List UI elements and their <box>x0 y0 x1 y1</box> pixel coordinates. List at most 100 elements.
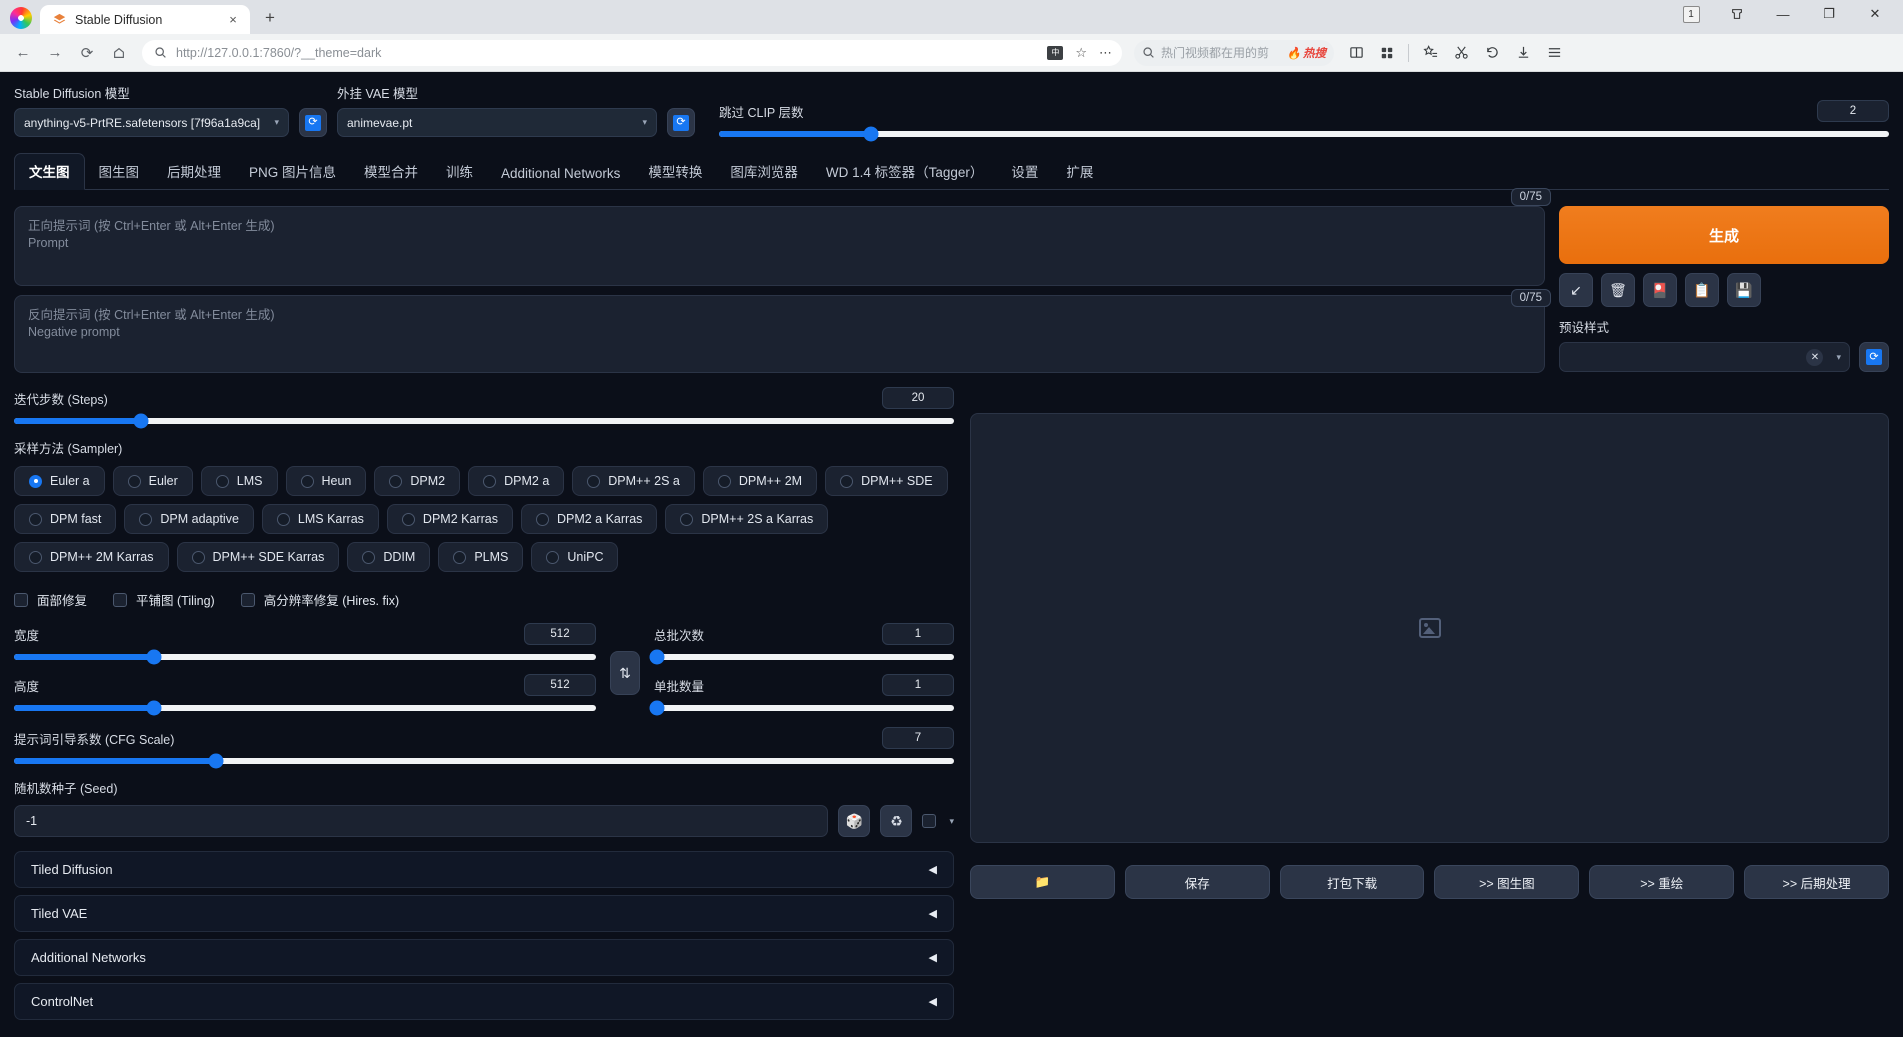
checkbox-hires-fix[interactable]: 高分辨率修复 (Hires. fix) <box>240 590 399 609</box>
sampler-option-lms[interactable]: LMS <box>200 466 278 496</box>
screenshot-scissors-icon[interactable] <box>1447 39 1475 67</box>
history-undo-icon[interactable] <box>1478 39 1506 67</box>
output-gallery[interactable] <box>970 413 1889 843</box>
tab-train[interactable]: 训练 <box>432 154 487 189</box>
tab-img2img[interactable]: 图生图 <box>85 154 154 189</box>
batch-count-value[interactable]: 1 <box>882 623 954 645</box>
close-icon[interactable]: ✕ <box>1806 348 1824 366</box>
clip-skip-value[interactable]: 2 <box>1817 100 1889 122</box>
accordion-tiled-vae[interactable]: Tiled VAE ◀ <box>14 895 954 932</box>
tab-txt2img[interactable]: 文生图 <box>14 153 85 190</box>
sampler-option-lms-karras[interactable]: LMS Karras <box>261 504 379 534</box>
tab-png-info[interactable]: PNG 图片信息 <box>235 154 350 189</box>
forward-icon[interactable]: → <box>40 39 70 67</box>
sampler-option-dpm2[interactable]: DPM2 <box>374 466 461 496</box>
address-bar[interactable]: http://127.0.0.1:7860/?__theme=dark 中 ☆ … <box>142 39 1122 66</box>
batch-size-slider[interactable] <box>649 700 954 716</box>
save-style-icon[interactable]: 💾 <box>1727 273 1761 307</box>
sampler-option-unipc[interactable]: UniPC <box>531 542 619 572</box>
generate-button[interactable]: 生成 <box>1559 206 1889 264</box>
dice-icon[interactable]: 🎲 <box>838 805 871 837</box>
cfg-scale-value[interactable]: 7 <box>882 727 954 749</box>
tab-close-icon[interactable]: × <box>224 11 242 29</box>
extra-networks-icon[interactable]: 🎴 <box>1643 273 1677 307</box>
width-slider[interactable] <box>14 649 596 665</box>
window-maximize-button[interactable]: ❐ <box>1807 0 1851 28</box>
checkbox-restore-faces[interactable]: 面部修复 <box>14 590 87 609</box>
sd-model-refresh-button[interactable]: ⟳ <box>299 108 327 137</box>
tab-tagger[interactable]: WD 1.4 标签器（Tagger） <box>812 154 998 189</box>
browser-menu-icon[interactable] <box>1540 39 1568 67</box>
window-close-button[interactable]: ✕ <box>1853 0 1897 28</box>
open-folder-button[interactable]: 📁 <box>970 865 1115 899</box>
sampler-option-dpmpp-2m-karras[interactable]: DPM++ 2M Karras <box>14 542 169 572</box>
reload-icon[interactable]: ⟳ <box>72 39 102 67</box>
recycle-icon[interactable]: ♻ <box>880 805 913 837</box>
clip-skip-slider[interactable] <box>719 126 1889 142</box>
send-to-extras-button[interactable]: >> 后期处理 <box>1744 865 1889 899</box>
sampler-option-dpmpp-sde[interactable]: DPM++ SDE <box>825 466 948 496</box>
trash-icon[interactable]: 🗑 <box>1601 273 1635 307</box>
sampler-option-dpmpp-sde-karras[interactable]: DPM++ SDE Karras <box>176 542 340 572</box>
back-icon[interactable]: ← <box>8 39 38 67</box>
batch-count-slider[interactable] <box>649 649 954 665</box>
extra-seed-toggle[interactable]: ▾ <box>922 814 954 828</box>
sampler-option-euler[interactable]: Euler <box>112 466 193 496</box>
vae-model-refresh-button[interactable]: ⟳ <box>667 108 695 137</box>
positive-prompt-input[interactable]: 正向提示词 (按 Ctrl+Enter 或 Alt+Enter 生成) Prom… <box>14 206 1545 286</box>
width-value[interactable]: 512 <box>524 623 596 645</box>
sampler-option-dpmpp-2s-a[interactable]: DPM++ 2S a <box>572 466 695 496</box>
arrow-down-left-icon[interactable]: ↙ <box>1559 273 1593 307</box>
tab-settings[interactable]: 设置 <box>997 154 1052 189</box>
sampler-option-dpm-fast[interactable]: DPM fast <box>14 504 117 534</box>
vae-model-dropdown[interactable]: animevae.pt ▾ <box>337 108 657 137</box>
favorite-star-icon[interactable]: ☆ <box>1075 45 1087 61</box>
send-to-inpaint-button[interactable]: >> 重绘 <box>1589 865 1735 899</box>
accordion-additional-networks[interactable]: Additional Networks ◀ <box>14 939 954 976</box>
sampler-option-heun[interactable]: Heun <box>285 466 367 496</box>
steps-slider[interactable] <box>14 413 954 429</box>
cfg-scale-slider[interactable] <box>14 753 954 769</box>
browser-tab-stable-diffusion[interactable]: Stable Diffusion × <box>40 5 250 34</box>
tab-additional-networks[interactable]: Additional Networks <box>487 159 634 189</box>
send-to-img2img-button[interactable]: >> 图生图 <box>1434 865 1580 899</box>
translate-icon[interactable]: 中 <box>1047 45 1064 60</box>
height-slider[interactable] <box>14 700 596 716</box>
sampler-option-dpm2-a[interactable]: DPM2 a <box>468 466 565 496</box>
checkbox-tiling[interactable]: 平铺图 (Tiling) <box>113 590 215 609</box>
clipboard-icon[interactable]: 📋 <box>1685 273 1719 307</box>
sampler-option-ddim[interactable]: DDIM <box>347 542 431 572</box>
collections-icon[interactable] <box>1715 0 1759 28</box>
zip-download-button[interactable]: 打包下载 <box>1279 865 1425 899</box>
seed-input[interactable]: -1 <box>14 805 829 837</box>
sd-model-dropdown[interactable]: anything-v5-PrtRE.safetensors [7f96a1a9c… <box>14 108 289 137</box>
tab-extras[interactable]: 后期处理 <box>153 154 235 189</box>
sampler-option-plms[interactable]: PLMS <box>438 542 524 572</box>
hot-search-badge[interactable]: 🔥 热搜 <box>1287 45 1326 61</box>
sampler-option-dpmpp-2s-a-karras[interactable]: DPM++ 2S a Karras <box>665 504 829 534</box>
batch-size-value[interactable]: 1 <box>882 674 954 696</box>
reading-mode-icon[interactable] <box>1342 39 1370 67</box>
save-button[interactable]: 保存 <box>1124 865 1270 899</box>
omnibox-more-icon[interactable]: ⋯ <box>1099 45 1112 61</box>
sampler-option-dpm2-karras[interactable]: DPM2 Karras <box>386 504 513 534</box>
sampler-option-euler-a[interactable]: Euler a <box>14 466 105 496</box>
height-value[interactable]: 512 <box>524 674 596 696</box>
accordion-controlnet[interactable]: ControlNet ◀ <box>14 983 954 1020</box>
tab-image-browser[interactable]: 图库浏览器 <box>716 154 812 189</box>
profile-badge[interactable]: 1 <box>1669 0 1713 28</box>
home-icon[interactable] <box>104 39 134 67</box>
new-tab-button[interactable]: + <box>256 4 284 32</box>
steps-value[interactable]: 20 <box>882 387 954 409</box>
styles-refresh-button[interactable]: ⟳ <box>1859 342 1889 372</box>
favorites-icon[interactable] <box>1416 39 1444 67</box>
apps-grid-icon[interactable] <box>1373 39 1401 67</box>
accordion-tiled-diffusion[interactable]: Tiled Diffusion ◀ <box>14 851 954 888</box>
tab-checkpoint-merger[interactable]: 模型合并 <box>350 154 432 189</box>
negative-prompt-input[interactable]: 反向提示词 (按 Ctrl+Enter 或 Alt+Enter 生成) Nega… <box>14 295 1545 373</box>
browser-search-box[interactable]: 热门视频都在用的剪 🔥 热搜 <box>1134 39 1334 66</box>
tab-model-converter[interactable]: 模型转换 <box>634 154 716 189</box>
sampler-option-dpm2-a-karras[interactable]: DPM2 a Karras <box>520 504 658 534</box>
swap-dimensions-icon[interactable]: ⇅ <box>610 651 640 695</box>
sampler-option-dpmpp-2m[interactable]: DPM++ 2M <box>702 466 818 496</box>
